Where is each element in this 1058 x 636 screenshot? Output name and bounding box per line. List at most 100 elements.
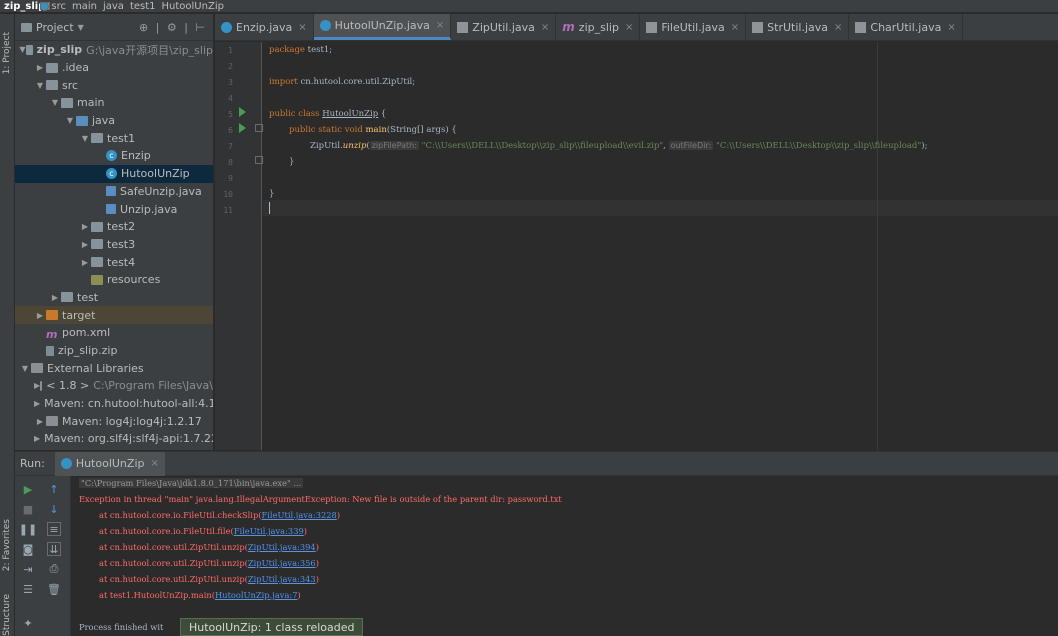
editor-tab[interactable]: HutoolUnZip.java ×	[313, 14, 452, 40]
source-link[interactable]: HutoolUnZip.java:7	[215, 590, 298, 600]
source-link[interactable]: FileUtil.java:339	[234, 526, 304, 536]
tree-item[interactable]: Unzip.java	[15, 200, 213, 218]
tree-item-label: Maven: cn.hutool:hutool-all:4.1.	[44, 397, 214, 411]
tree-item-label: zip_slip	[36, 43, 83, 57]
run-class-icon[interactable]	[239, 107, 246, 117]
chevron-right-icon[interactable]: ▶	[49, 293, 61, 302]
fold-marker-icon[interactable]	[255, 124, 263, 132]
console-output[interactable]: "C:\Program Files\Java\jdk1.8.0_171\bin\…	[77, 476, 1052, 636]
notification-toast[interactable]: HutoolUnZip: 1 class reloaded	[180, 618, 364, 636]
tree-item[interactable]: ▼ src	[15, 76, 213, 94]
chevron-right-icon[interactable]: ▶	[79, 222, 91, 231]
breadcrumb-src[interactable]: src	[40, 1, 66, 12]
close-icon[interactable]: ×	[541, 22, 549, 33]
breadcrumb-main[interactable]: main	[40, 1, 97, 12]
editor-tab[interactable]: Enzip.java ×	[215, 14, 314, 40]
scroll-to-end-icon[interactable]: ⇊	[47, 542, 61, 556]
string-literal: "C:\\Users\\DELL\\Desktop\\zip_slip\\fil…	[421, 141, 664, 151]
soft-wrap-icon[interactable]: ≡	[47, 522, 61, 536]
print-icon[interactable]: ⎙	[47, 562, 61, 576]
tree-item[interactable]: resources	[15, 271, 213, 289]
project-view-selector[interactable]: Project	[36, 21, 74, 34]
up-arrow-icon[interactable]: ↑	[47, 482, 61, 496]
tree-item[interactable]: ▼ java	[15, 112, 213, 130]
tree-item[interactable]: ▼ External Libraries	[15, 359, 213, 377]
run-main-icon[interactable]	[239, 123, 246, 133]
breadcrumb-test1[interactable]: test1	[40, 1, 156, 12]
tree-item[interactable]: ▶ Maven: cn.hutool:hutool-all:4.1.	[15, 395, 213, 413]
chevron-down-icon[interactable]: ▼	[34, 81, 46, 90]
tree-item[interactable]: ▶ target	[15, 306, 213, 324]
tree-item[interactable]: ▶ Maven: log4j:log4j:1.2.17	[15, 412, 213, 430]
breadcrumb-class[interactable]: HutoolUnZip	[40, 1, 224, 12]
fold-marker-icon[interactable]	[255, 156, 263, 164]
close-icon[interactable]: ×	[731, 22, 739, 33]
source-link[interactable]: FileUtil.java:3228	[262, 510, 337, 520]
rerun-icon[interactable]: ▶	[21, 482, 35, 496]
chevron-down-icon[interactable]: ▼	[19, 364, 31, 373]
close-icon[interactable]: ×	[947, 22, 955, 33]
tree-item[interactable]: c HutoolUnZip	[15, 164, 213, 183]
editor-tab[interactable]: m zip_slip ×	[556, 14, 641, 40]
close-icon[interactable]: ×	[834, 22, 842, 33]
trash-icon[interactable]: 🗑	[47, 582, 61, 596]
structure-tool-button[interactable]: Structure	[2, 594, 12, 636]
run-panel: Run: HutoolUnZip × ▶ ↑ ■ ↓ ❚❚ ≡ ◙ ⇊ ⇥ ⎙ ☰…	[15, 451, 1058, 636]
tree-item[interactable]: m pom.xml	[15, 324, 213, 342]
project-panel-tools[interactable]: ⊕ | ⚙ | ⊢	[139, 21, 207, 34]
project-tool-button[interactable]: 1: Project	[2, 32, 12, 74]
stop-icon[interactable]: ■	[21, 502, 35, 516]
stack-trace-line: at cn.hutool.core.io.FileUtil.checkSlip(…	[99, 510, 340, 520]
chevron-right-icon[interactable]: ▶	[34, 311, 46, 320]
pause-icon[interactable]: ❚❚	[19, 522, 37, 536]
code-editor[interactable]: 1 2 3 4 5 6 7 8 9 10 11 package test1; import cn.h…	[215, 42, 1058, 450]
tree-item[interactable]: ▶ test2	[15, 218, 213, 236]
chevron-right-icon[interactable]: ▶	[34, 417, 46, 426]
settings-icon[interactable]: ☰	[21, 582, 35, 596]
exit-icon[interactable]: ⇥	[21, 562, 35, 576]
editor-tab[interactable]: ZipUtil.java ×	[451, 14, 557, 40]
tree-item[interactable]: zip_slip.zip	[15, 342, 213, 360]
favorites-tool-button[interactable]: 2: Favorites	[2, 519, 12, 571]
chevron-right-icon[interactable]: ▶	[79, 258, 91, 267]
chevron-right-icon[interactable]: ▶	[34, 399, 40, 408]
chevron-right-icon[interactable]: ▶	[79, 240, 91, 249]
editor-tab[interactable]: CharUtil.java ×	[849, 14, 963, 40]
down-arrow-icon[interactable]: ↓	[47, 502, 61, 516]
tree-item[interactable]: ▶ Maven: org.slf4j:slf4j-api:1.7.22	[15, 430, 213, 448]
code-text: cn.hutool.core.util.ZipUtil;	[297, 77, 416, 87]
tree-item[interactable]: ▶ < 1.8 > C:\Program Files\Java\	[15, 377, 213, 395]
editor-tab[interactable]: FileUtil.java ×	[640, 14, 747, 40]
chevron-down-icon[interactable]: ▼	[64, 116, 76, 125]
tree-item-label: test4	[107, 255, 136, 269]
tree-item-label: SafeUnzip.java	[120, 184, 202, 198]
breadcrumb-java[interactable]: java	[40, 1, 124, 12]
close-icon[interactable]: ×	[150, 458, 158, 469]
source-link[interactable]: ZipUtil.java:394	[248, 542, 316, 552]
tree-item[interactable]: ▼ main	[15, 94, 213, 112]
chevron-down-icon[interactable]: ▼	[78, 23, 84, 32]
pin-icon[interactable]: ✦	[21, 616, 35, 630]
chevron-right-icon[interactable]: ▶	[34, 63, 46, 72]
chevron-down-icon[interactable]: ▼	[49, 98, 61, 107]
tree-item[interactable]: ▶ .idea	[15, 59, 213, 77]
camera-icon[interactable]: ◙	[21, 542, 35, 556]
tree-item[interactable]: SafeUnzip.java	[15, 183, 213, 201]
close-icon[interactable]: ×	[436, 20, 444, 31]
chevron-right-icon[interactable]: ▶	[34, 434, 40, 443]
close-icon[interactable]: ×	[298, 22, 306, 33]
editor-tab[interactable]: StrUtil.java ×	[746, 14, 850, 40]
run-toolbar: ▶ ↑ ■ ↓ ❚❚ ≡ ◙ ⇊ ⇥ ⎙ ☰ 🗑 ✦	[15, 476, 71, 636]
tree-item[interactable]: ▶ test4	[15, 253, 213, 271]
source-link[interactable]: ZipUtil.java:356	[248, 558, 316, 568]
run-tab[interactable]: HutoolUnZip ×	[54, 451, 165, 476]
tree-item[interactable]: c Enzip	[15, 147, 213, 165]
tree-item[interactable]: ▶ test	[15, 289, 213, 307]
close-icon[interactable]: ×	[625, 22, 633, 33]
chevron-down-icon[interactable]: ▼	[79, 134, 91, 143]
chevron-down-icon[interactable]: ▼	[19, 45, 26, 54]
tree-item[interactable]: ▼ test1	[15, 129, 213, 147]
source-link[interactable]: ZipUtil.java:343	[248, 574, 316, 584]
tree-item[interactable]: ▶ test3	[15, 236, 213, 254]
tree-item[interactable]: ▼ zip_slip G:\java开源项目\zip_slip	[15, 41, 213, 59]
